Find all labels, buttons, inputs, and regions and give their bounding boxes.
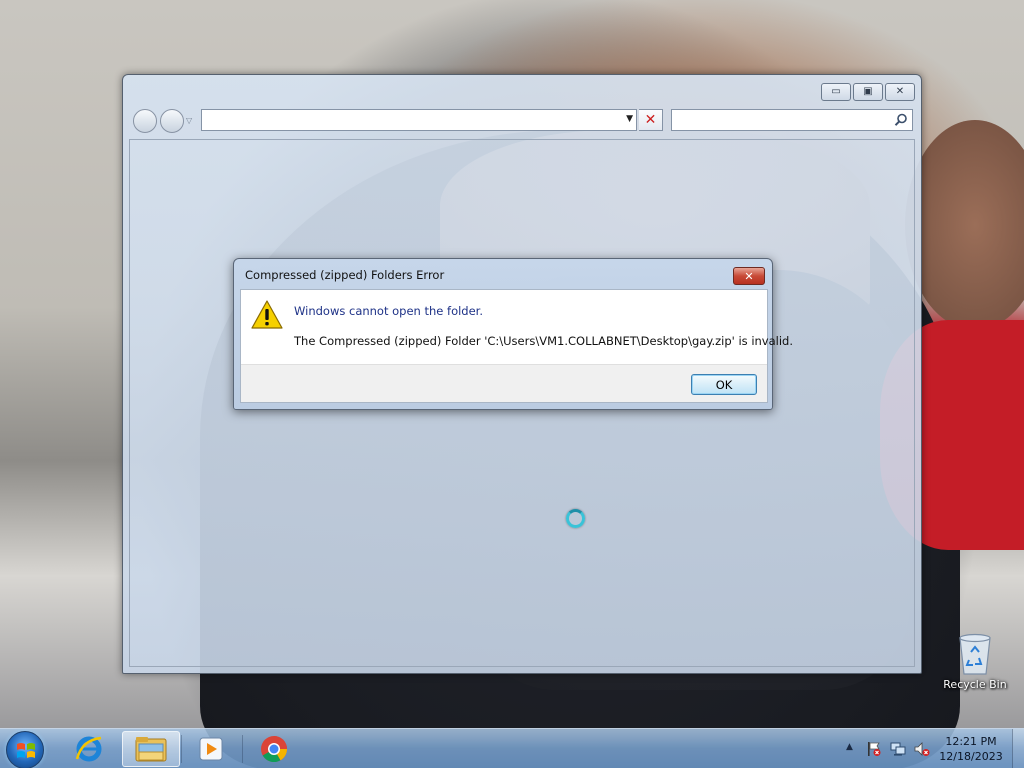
stop-icon: ✕ xyxy=(644,112,657,128)
search-icon[interactable] xyxy=(894,113,908,127)
busy-cursor-icon xyxy=(566,509,585,528)
dialog-body: Windows cannot open the folder. The Comp… xyxy=(240,289,793,403)
back-button[interactable] xyxy=(133,109,157,133)
address-bar[interactable]: ▼ xyxy=(201,109,637,131)
taskbar-separator xyxy=(242,735,243,763)
recycle-bin-label: Recycle Bin xyxy=(943,678,1007,691)
media-player-icon xyxy=(199,737,223,761)
recycle-bin-icon xyxy=(959,633,991,675)
dialog-message: Windows cannot open the folder. xyxy=(294,304,484,318)
window-controls: ▭ ▣ ✕ xyxy=(821,83,915,101)
restore-icon: ▣ xyxy=(863,86,873,97)
dialog-detail: The Compressed (zipped) Folder 'C:\Users… xyxy=(294,334,794,348)
taskbar-chrome[interactable] xyxy=(245,731,303,767)
address-dropdown-icon[interactable]: ▼ xyxy=(626,114,633,124)
system-tray: ▲ 12:21 PM 12/18/2023 xyxy=(834,729,1024,768)
taskbar-clock[interactable]: 12:21 PM 12/18/2023 xyxy=(936,734,1006,764)
ok-button[interactable]: OK xyxy=(691,374,757,395)
minimize-icon: ▭ xyxy=(831,86,841,97)
error-dialog: Compressed (zipped) Folders Error ✕ Wind… xyxy=(233,258,793,410)
taskbar-windows-explorer[interactable] xyxy=(122,731,180,767)
windows-explorer-icon xyxy=(135,737,167,762)
taskbar-internet-explorer[interactable] xyxy=(60,731,118,767)
internet-explorer-icon xyxy=(75,736,102,762)
close-icon: ✕ xyxy=(744,269,754,283)
dialog-title: Compressed (zipped) Folders Error xyxy=(245,268,445,282)
taskbar-media-player[interactable] xyxy=(182,731,240,767)
maximize-button[interactable]: ▣ xyxy=(853,83,883,101)
stop-button[interactable]: ✕ xyxy=(639,109,663,131)
action-center-flag-icon[interactable] xyxy=(866,741,882,757)
volume-muted-icon[interactable] xyxy=(914,741,930,757)
recent-pages-icon[interactable]: ▽ xyxy=(186,116,192,125)
chrome-icon xyxy=(261,736,288,763)
close-window-button[interactable]: ✕ xyxy=(885,83,915,101)
show-hidden-icons-icon[interactable]: ▲ xyxy=(846,742,853,752)
close-icon: ✕ xyxy=(895,86,905,97)
clock-date: 12/18/2023 xyxy=(939,750,1003,763)
windows-logo-icon xyxy=(17,743,35,758)
clock-time: 12:21 PM xyxy=(945,735,997,748)
dialog-close-button[interactable]: ✕ xyxy=(733,267,765,285)
recycle-bin-desktop-icon[interactable]: Recycle Bin xyxy=(940,630,1010,700)
taskbar: ▲ 12:21 PM 12/18/2023 xyxy=(0,728,1024,768)
wallpaper-background-person xyxy=(905,120,1024,330)
navigation-bar: ▽ ▼ ✕ xyxy=(131,107,913,135)
dialog-footer: OK xyxy=(241,364,767,402)
minimize-button[interactable]: ▭ xyxy=(821,83,851,101)
network-icon[interactable] xyxy=(890,741,906,757)
warning-icon xyxy=(251,300,283,329)
forward-button[interactable] xyxy=(160,109,184,133)
show-desktop-button[interactable] xyxy=(1012,729,1024,768)
start-button[interactable] xyxy=(6,731,44,768)
search-input[interactable] xyxy=(671,109,913,131)
